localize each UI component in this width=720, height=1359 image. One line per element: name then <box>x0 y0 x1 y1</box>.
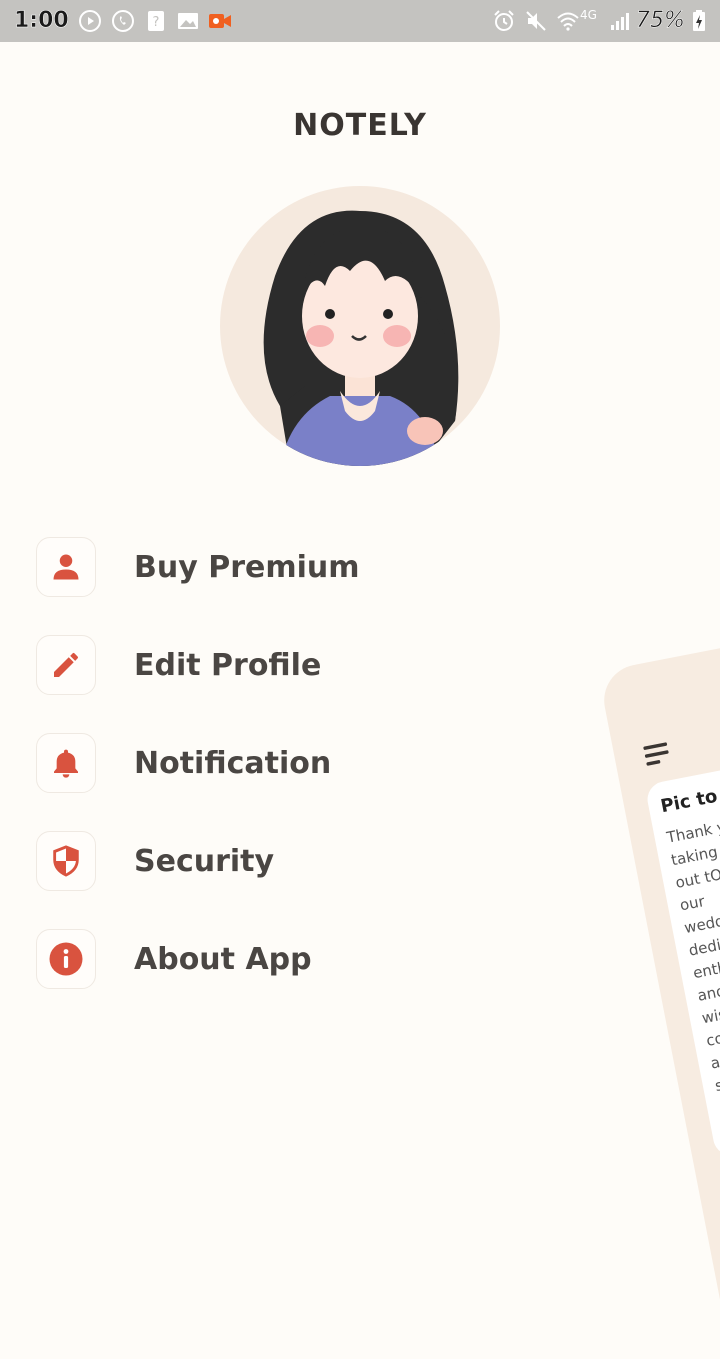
menu-label: Security <box>134 843 275 879</box>
menu-item-edit-profile[interactable]: Edit Profile <box>36 634 536 696</box>
menu-item-about-app[interactable]: About App <box>36 928 536 990</box>
menu-label: Notification <box>134 745 332 781</box>
menu-icon-box <box>36 733 96 793</box>
bell-icon <box>54 749 78 778</box>
menu-item-security[interactable]: Security <box>36 830 536 892</box>
status-bar: 1:00 ? 4G 75% <box>0 0 720 42</box>
signal-icon <box>611 13 629 30</box>
alarm-icon <box>494 10 514 31</box>
video-record-icon <box>209 14 231 28</box>
battery-charging-icon <box>693 10 705 31</box>
mute-icon <box>526 11 546 31</box>
avatar[interactable] <box>220 186 500 466</box>
svg-text:?: ? <box>153 15 160 30</box>
note-card: Pic to tex Thank you taking tim out tO c… <box>644 727 720 1159</box>
note-body: Thank you taking tim out tO co our weddi… <box>665 814 720 1098</box>
app-preview-phone: Pic to tex Thank you taking tim out tO c… <box>598 603 720 1359</box>
menu-icon-box <box>36 929 96 989</box>
menu-icon-box <box>36 635 96 695</box>
menu-icon-box <box>36 537 96 597</box>
menu-label: Edit Profile <box>134 647 322 683</box>
menu-label: Buy Premium <box>134 549 360 585</box>
status-time: 1:00 <box>14 8 69 34</box>
whatsapp-icon <box>112 10 134 32</box>
unknown-file-icon: ? <box>148 11 164 31</box>
battery-percent: 75% <box>636 8 685 34</box>
pencil-icon <box>54 653 78 677</box>
menu-label: About App <box>134 941 312 977</box>
info-icon <box>49 942 83 976</box>
app-title: NOTELY <box>293 108 427 143</box>
play-icon <box>79 10 101 32</box>
hamburger-menu-icon <box>643 742 669 766</box>
network-type: 4G <box>580 8 597 22</box>
shield-icon <box>53 845 79 877</box>
image-icon <box>178 13 198 29</box>
menu-item-buy-premium[interactable]: Buy Premium <box>36 536 536 598</box>
menu-icon-box <box>36 831 96 891</box>
menu-item-notification[interactable]: Notification <box>36 732 536 794</box>
wifi-icon <box>557 12 579 31</box>
avatar-girl-illustration <box>263 210 459 466</box>
person-icon <box>53 554 79 580</box>
